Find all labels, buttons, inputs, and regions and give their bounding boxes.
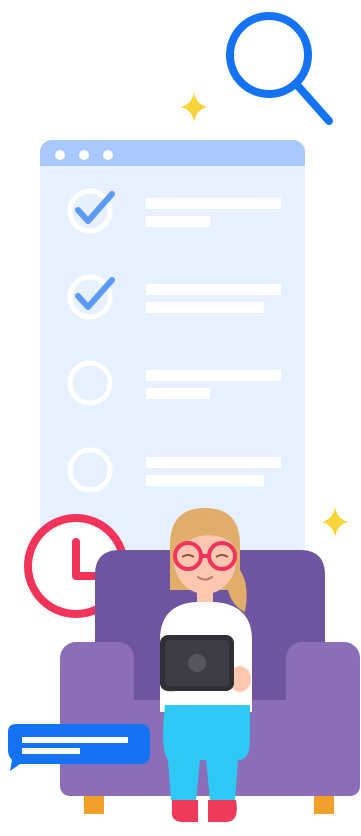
search-icon	[226, 12, 333, 125]
text-line	[146, 457, 281, 468]
window-dot	[55, 150, 65, 160]
text-line	[22, 748, 80, 754]
text-line	[146, 198, 281, 209]
text-line	[22, 737, 128, 743]
illustration	[0, 0, 361, 831]
shoe	[171, 800, 198, 822]
chat-bubble-icon	[8, 724, 150, 771]
text-line	[146, 475, 264, 486]
chair-leg	[314, 794, 334, 814]
text-line	[146, 284, 281, 295]
text-line	[146, 302, 264, 313]
window-dot	[103, 150, 113, 160]
window-dot	[79, 150, 89, 160]
sparkle-icon	[181, 92, 207, 122]
text-line	[146, 370, 281, 381]
chair-leg	[84, 794, 104, 814]
chair-arm-left	[60, 642, 134, 792]
illustration-canvas	[8, 12, 360, 822]
shoe	[208, 800, 237, 822]
chair-arm-right	[286, 642, 360, 792]
sparkle-icon	[322, 507, 348, 537]
tablet-icon	[160, 635, 234, 691]
text-line	[146, 388, 210, 399]
text-line	[146, 216, 210, 227]
